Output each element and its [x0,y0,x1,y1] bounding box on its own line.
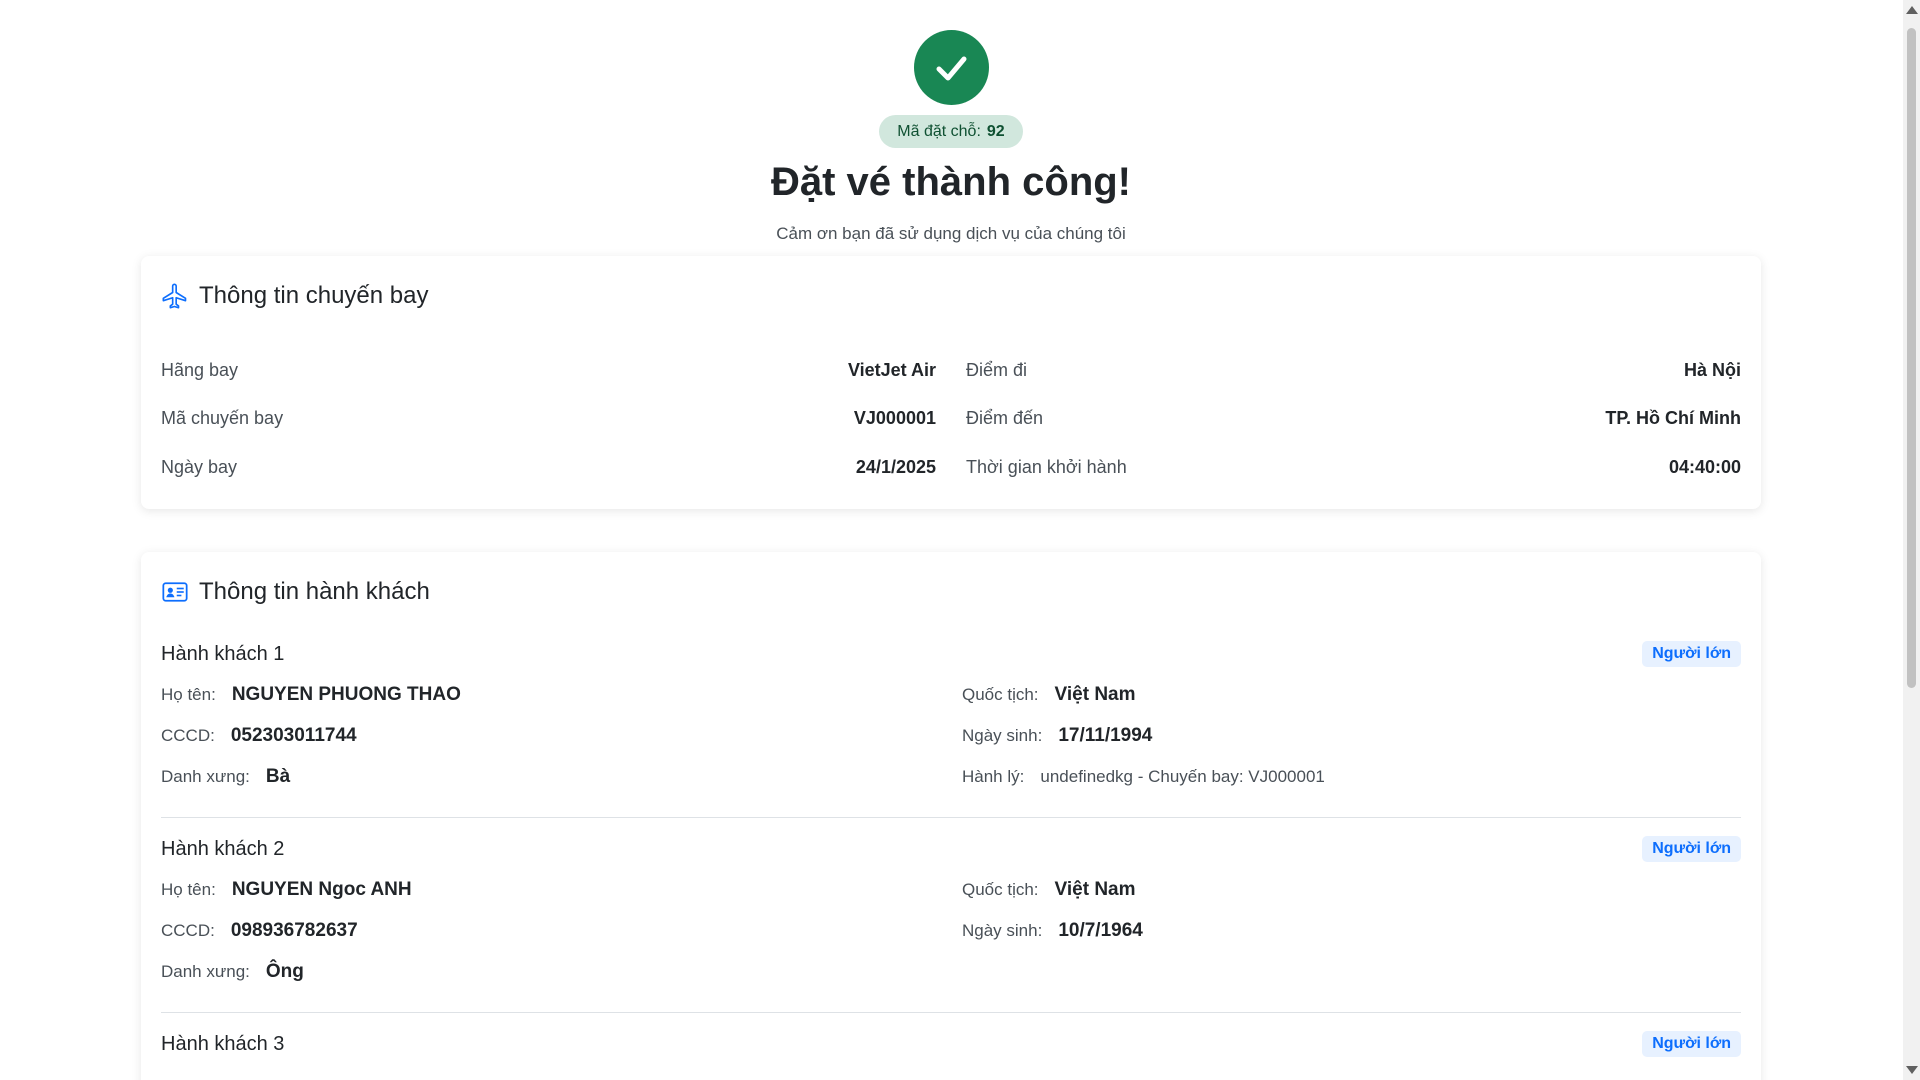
passenger-heading-row: Hành khách 1 Người lớn [161,634,1741,674]
flight-date-row: Ngày bay 24/1/2025 [161,443,936,492]
passenger-info-title: Thông tin hành khách [199,578,430,605]
destination-value: TP. Hồ Chí Minh [1605,408,1741,429]
id-value: 052303011744 [230,724,357,746]
airline-value: VietJet Air [847,359,936,380]
scroll-thumb[interactable] [1907,28,1916,688]
id-field: CCCD: 098936782637 [161,910,962,951]
flight-date-value: 24/1/2025 [855,456,936,477]
main-content: Mã đặt chỗ: 92 Đặt vé thành công! Cảm ơn … [141,0,1761,1080]
id-field: CCCD: 052303011744 [161,715,962,756]
flight-details-right: Điểm đi Hà Nội Điểm đến TP. Hồ Chí Minh … [966,346,1741,492]
name-value: NGUYEN Ngoc ANH [231,878,412,900]
dob-label: Ngày sinh: [962,920,1043,940]
passenger-heading: Hành khách 1 [161,642,285,665]
passenger-fields-left: Họ tên: NGUYEN Ngoc ANH CCCD: 0989367826… [161,869,962,992]
id-card-icon [161,578,189,606]
success-check-icon [913,30,989,105]
title-label: Danh xưng: [161,961,250,981]
nationality-field: Quốc tịch: Việt Nam [962,674,1741,715]
passenger-info-card: Thông tin hành khách Hành khách 1 Người … [141,552,1761,1080]
nationality-value: Việt Nam [1054,878,1136,900]
flight-details-left: Hãng bay VietJet Air Mã chuyến bay VJ000… [161,346,936,492]
scroll-down-arrow-icon[interactable] [1906,1066,1918,1074]
id-value: 098936782637 [230,919,358,941]
title-label: Danh xưng: [161,766,250,786]
airline-label: Hãng bay [161,359,239,380]
dob-field: Ngày sinh: 17/11/1994 [962,715,1741,756]
flight-info-title: Thông tin chuyến bay [199,282,429,309]
name-field: Họ tên: NGUYEN Ngoc ANH [161,869,962,910]
destination-row: Điểm đến TP. Hồ Chí Minh [966,395,1741,444]
passenger-type-badge: Người lớn [1642,836,1741,862]
passenger-heading-row: Hành khách 3 Người lớn [161,1024,1741,1064]
flight-number-row: Mã chuyến bay VJ000001 [161,395,936,444]
passenger-heading: Hành khách 3 [161,1032,285,1055]
passenger-info-header: Thông tin hành khách [161,572,1741,612]
id-label: CCCD: [161,725,215,745]
origin-value: Hà Nội [1683,359,1741,380]
flight-details: Hãng bay VietJet Air Mã chuyến bay VJ000… [161,346,1741,492]
flight-info-header: Thông tin chuyến bay [161,276,1741,316]
name-field: Họ tên: NGUYEN PHUONG THAO [161,674,962,715]
destination-label: Điểm đến [966,408,1044,429]
booking-code-label: Mã đặt chỗ: [897,123,981,140]
nationality-label: Quốc tịch: [962,879,1039,899]
page-title: Đặt vé thành công! [770,160,1132,204]
flight-number-value: VJ000001 [853,408,936,429]
passenger-fields-right: Quốc tịch: Việt Nam Ngày sinh: 17/11/199… [962,674,1741,797]
flight-number-label: Mã chuyến bay [161,408,284,429]
title-field: Danh xưng: Ông [161,951,962,992]
passenger-type-badge: Người lớn [1642,641,1741,667]
departure-time-row: Thời gian khởi hành 04:40:00 [966,443,1741,492]
dob-field: Ngày sinh: 10/7/1964 [962,910,1741,951]
scroll-up-arrow-icon[interactable] [1906,6,1918,14]
name-label: Họ tên: [161,684,216,704]
id-label: CCCD: [161,920,215,940]
booking-code-badge: Mã đặt chỗ: 92 [879,115,1023,148]
passenger-fields-right: Quốc tịch: Việt Nam Ngày sinh: 10/7/1964 [962,869,1741,992]
passenger-item: Hành khách 2 Người lớn Họ tên: NGUYEN Ng… [161,829,1741,1013]
airline-row: Hãng bay VietJet Air [161,346,936,395]
passenger-heading-row: Hành khách 2 Người lớn [161,829,1741,869]
nationality-field: Quốc tịch: Việt Nam [962,869,1741,910]
passenger-item: Hành khách 3 Người lớn [161,1024,1741,1080]
title-field: Danh xưng: Bà [161,756,962,797]
baggage-field: Hành lý: undefinedkg - Chuyến bay: VJ000… [962,756,1741,797]
passenger-type-badge: Người lớn [1642,1031,1741,1057]
title-value: Bà [265,765,291,787]
dob-label: Ngày sinh: [962,725,1043,745]
baggage-value: undefinedkg - Chuyến bay: VJ000001 [1040,766,1325,786]
passenger-fields: Họ tên: NGUYEN Ngoc ANH CCCD: 0989367826… [161,869,1741,992]
booking-code-value: 92 [986,123,1005,140]
nationality-label: Quốc tịch: [962,684,1039,704]
airplane-icon [161,282,189,310]
departure-time-value: 04:40:00 [1668,456,1741,477]
flight-date-label: Ngày bay [161,456,238,477]
flight-info-card: Thông tin chuyến bay Hãng bay VietJet Ai… [141,256,1761,509]
dob-value: 17/11/1994 [1058,724,1153,746]
booking-success-page: Mã đặt chỗ: 92 Đặt vé thành công! Cảm ơn … [0,0,1920,1080]
page-subtitle: Cảm ơn bạn đã sử dụng dịch vụ của chúng … [776,224,1126,243]
passenger-heading: Hành khách 2 [161,837,285,860]
dob-value: 10/7/1964 [1058,919,1143,941]
passenger-fields-left: Họ tên: NGUYEN PHUONG THAO CCCD: 0523030… [161,674,962,797]
origin-row: Điểm đi Hà Nội [966,346,1741,395]
title-value: Ông [265,960,304,982]
departure-time-label: Thời gian khởi hành [966,456,1127,477]
name-label: Họ tên: [161,879,216,899]
name-value: NGUYEN PHUONG THAO [231,683,461,705]
success-hero: Mã đặt chỗ: 92 Đặt vé thành công! Cảm ơn … [141,0,1761,244]
page-scrollbar[interactable] [1903,0,1920,1080]
origin-label: Điểm đi [966,359,1028,380]
passenger-fields: Họ tên: NGUYEN PHUONG THAO CCCD: 0523030… [161,674,1741,797]
baggage-label: Hành lý: [962,766,1025,786]
nationality-value: Việt Nam [1054,683,1136,705]
passenger-item: Hành khách 1 Người lớn Họ tên: NGUYEN PH… [161,634,1741,818]
